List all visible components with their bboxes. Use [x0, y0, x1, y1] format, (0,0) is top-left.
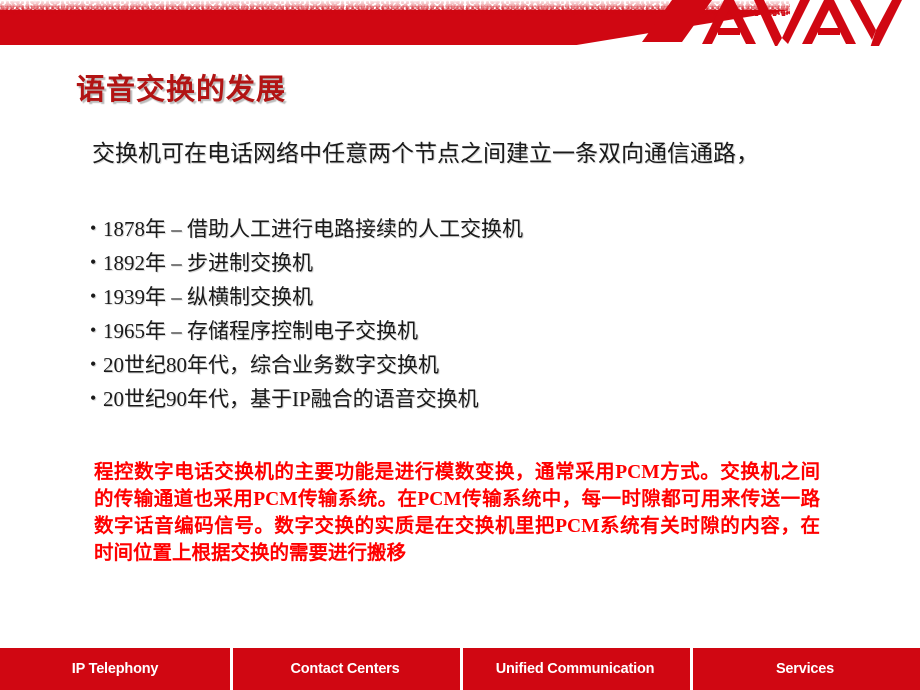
list-item-label: 1892年 – 步进制交换机 — [103, 251, 313, 275]
list-item-label: 1939年 – 纵横制交换机 — [103, 285, 313, 309]
footer-item-contact-centers[interactable]: Contact Centers — [230, 648, 460, 690]
highlight-note-paragraph: 程控数字电话交换机的主要功能是进行模数变换，通常采用PCM方式。交换机之间的传输… — [94, 462, 820, 564]
bullet-list: • 1878年 – 借助人工进行电路接续的人工交换机 • 1892年 – 步进制交换… — [90, 212, 523, 416]
footer-item-unified-communication[interactable]: Unified Communication — [460, 648, 690, 690]
bullet-marker-icon: • — [90, 354, 97, 374]
avaya-logo — [642, 0, 912, 46]
list-item: • 20世纪80年代，综合业务数字交换机 — [90, 348, 523, 382]
footer-item-label: Unified Communication — [495, 661, 655, 677]
bullet-marker-icon: • — [90, 218, 97, 238]
list-item-label: 20世纪80年代，综合业务数字交换机 — [103, 353, 439, 377]
bullet-marker-icon: • — [90, 286, 97, 306]
list-item: • 1939年 – 纵横制交换机 — [90, 280, 523, 314]
bullet-marker-icon: • — [90, 320, 97, 340]
list-item: • 1965年 – 存储程序控制电子交换机 — [90, 314, 523, 348]
list-item-label: 1878年 – 借助人工进行电路接续的人工交换机 — [103, 217, 523, 241]
footer-bar: IP Telephony Contact Centers Unified Com… — [0, 648, 920, 690]
bullet-marker-icon: • — [90, 252, 97, 272]
footer-item-label: Services — [775, 661, 835, 677]
footer-item-label: Contact Centers — [290, 661, 400, 677]
intro-paragraph: 交换机可在电话网络中任意两个节点之间建立一条双向通信通路， — [92, 141, 759, 166]
list-item: • 20世纪90年代，基于IP融合的语音交换机 — [90, 382, 523, 416]
list-item-label: 20世纪90年代，基于IP融合的语音交换机 — [103, 387, 479, 411]
bullet-marker-icon: • — [90, 388, 97, 408]
footer-item-ip-telephony[interactable]: IP Telephony — [0, 648, 230, 690]
footer-item-services[interactable]: Services — [690, 648, 920, 690]
top-banner — [0, 0, 920, 46]
page-title: 语音交换的发展 — [76, 74, 287, 106]
list-item: • 1878年 – 借助人工进行电路接续的人工交换机 — [90, 212, 523, 246]
footer-item-label: IP Telephony — [71, 661, 159, 677]
list-item-label: 1965年 – 存储程序控制电子交换机 — [103, 319, 418, 343]
list-item: • 1892年 – 步进制交换机 — [90, 246, 523, 280]
